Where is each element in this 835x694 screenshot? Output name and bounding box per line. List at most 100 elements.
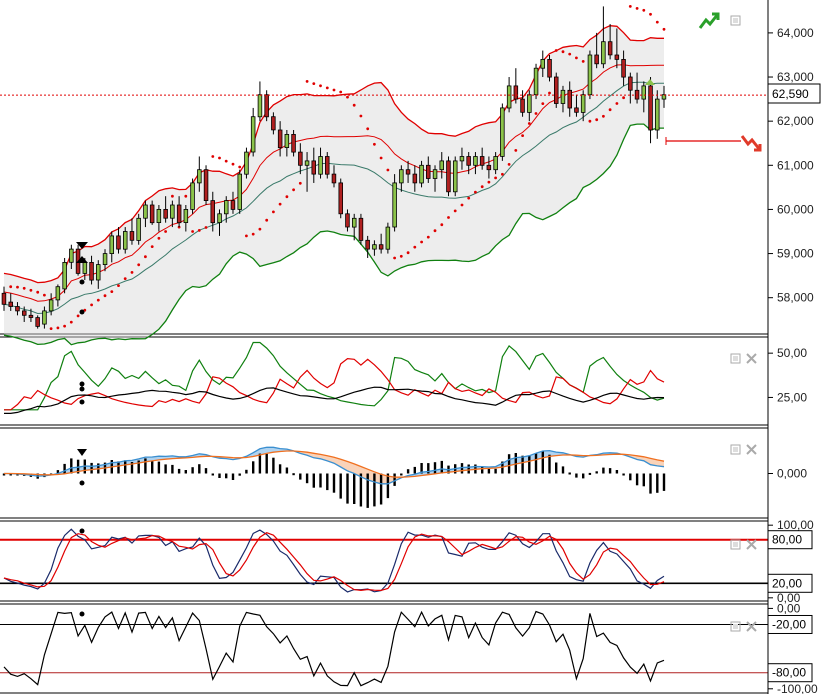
sar-dot — [231, 162, 235, 166]
sar-dot — [164, 230, 168, 233]
sar-dot — [184, 194, 188, 198]
sar-dot — [426, 235, 430, 239]
macd-histogram-bar — [379, 473, 383, 505]
sar-dot — [22, 286, 26, 290]
sar-dot — [319, 84, 322, 88]
macd-histogram-bar — [615, 470, 619, 474]
macd-histogram-bar — [406, 469, 410, 474]
last-price-label: 62,590 — [772, 87, 809, 101]
williams-level-minus80-tag-label: -80,00 — [772, 666, 806, 680]
macd-histogram-bar — [467, 464, 470, 474]
stochastic-level-80-tag-label: 80,00 — [772, 533, 802, 547]
macd-histogram-bar — [90, 462, 93, 474]
williams-level-minus20-tag: -20,00 — [767, 614, 813, 634]
sar-dot — [332, 88, 336, 92]
macd-histogram-bar — [481, 466, 484, 474]
sar-dot — [602, 114, 605, 118]
sar-dot — [393, 256, 396, 260]
macd-histogram-bar — [305, 473, 309, 484]
candle — [136, 213, 141, 245]
sar-dot — [494, 176, 497, 180]
macd-histogram-bar — [258, 453, 262, 474]
sar-dot — [568, 52, 572, 56]
sar-dot — [628, 5, 632, 8]
sar-dot — [325, 86, 329, 90]
macd-histogram-bar — [218, 473, 221, 478]
sar-dot — [90, 303, 93, 307]
macd-histogram-bar — [582, 473, 585, 479]
candle — [338, 178, 343, 219]
sar-dot — [272, 210, 275, 214]
sar-dot — [285, 195, 289, 199]
macd-histogram-bar — [157, 461, 161, 474]
sar-dot — [541, 102, 545, 105]
macd-histogram-bar — [191, 467, 194, 474]
sar-dot — [29, 288, 33, 292]
sar-dot — [554, 49, 558, 52]
axis-tick-label: 100,00 — [777, 518, 814, 532]
macd-marker-dot — [79, 480, 85, 486]
macd-histogram-bar — [231, 473, 235, 480]
macd-histogram-bar — [292, 473, 295, 476]
candle — [392, 174, 397, 232]
macd-histogram-bar — [602, 467, 605, 474]
candle — [237, 169, 242, 214]
sar-dot — [278, 202, 282, 206]
candle — [385, 222, 391, 254]
candle — [62, 257, 67, 294]
sar-dot — [191, 230, 195, 233]
sar-dot — [460, 203, 464, 207]
sar-dot — [346, 95, 349, 99]
macd-histogram-bar — [117, 461, 120, 474]
macd-histogram-bar — [225, 473, 228, 479]
macd-histogram-bar — [366, 473, 369, 508]
sar-dot — [305, 80, 309, 83]
williams-marker-dot — [79, 611, 85, 617]
sar-dot — [76, 314, 80, 318]
sar-dot — [649, 12, 652, 16]
stochastic-level-20-tag-label: 20,00 — [772, 576, 802, 590]
sar-dot — [655, 20, 659, 24]
sar-dot — [43, 293, 46, 297]
sar-dot — [197, 229, 201, 232]
sar-dot — [453, 209, 457, 213]
sar-dot — [171, 194, 174, 198]
sar-dot — [379, 156, 383, 160]
sar-dot — [144, 255, 147, 259]
axis-tick-label: 63,000 — [777, 70, 814, 84]
macd-histogram-bar — [642, 473, 645, 487]
sar-dot — [548, 91, 551, 95]
sar-dot — [480, 185, 484, 189]
macd-histogram-bar — [622, 473, 625, 476]
sar-dot — [49, 327, 53, 330]
macd-histogram-bar — [568, 472, 571, 475]
macd-histogram-bar — [521, 455, 524, 474]
macd-histogram-bar — [353, 473, 356, 504]
sar-dot — [581, 60, 585, 63]
candle — [587, 50, 593, 100]
macd-histogram-bar — [400, 473, 403, 476]
macd-histogram-bar — [204, 468, 208, 474]
macd-histogram-bar — [635, 473, 639, 486]
sar-dot — [298, 181, 302, 185]
sar-dot — [386, 168, 390, 172]
sar-dot — [16, 285, 19, 289]
macd-histogram-bar — [440, 460, 443, 474]
macd-histogram-bar — [656, 473, 659, 493]
sar-dot — [575, 56, 578, 60]
candle — [446, 156, 451, 197]
macd-histogram-bar — [171, 464, 174, 474]
sar-dot — [561, 50, 565, 54]
macd-histogram-bar — [211, 473, 214, 476]
sar-dot — [56, 326, 60, 330]
macd-histogram-bar — [386, 473, 390, 499]
candle — [358, 213, 364, 245]
sar-dot — [238, 165, 242, 169]
sar-dot — [36, 290, 40, 294]
macd-histogram-bar — [575, 473, 578, 478]
sar-dot — [447, 216, 450, 219]
sar-dot — [521, 134, 524, 138]
macd-histogram-bar — [312, 473, 315, 488]
macd-histogram-bar — [265, 453, 268, 474]
sar-dot — [218, 156, 221, 160]
